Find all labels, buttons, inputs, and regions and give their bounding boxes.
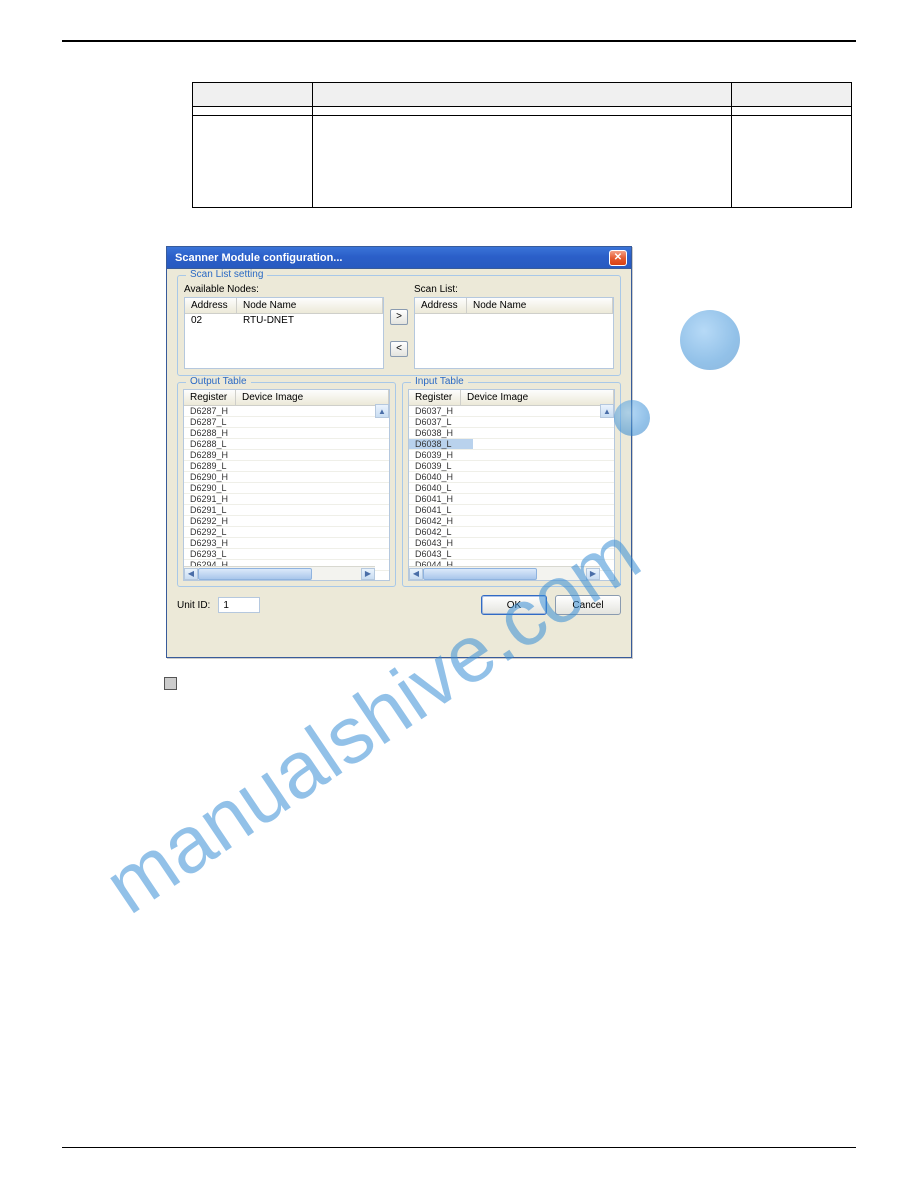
table-row[interactable]: D6287_H <box>184 406 389 417</box>
hscroll[interactable]: ◀ ▶ <box>184 566 375 580</box>
table-row[interactable]: D6288_L <box>184 439 389 450</box>
table-row[interactable]: D6040_L <box>409 483 614 494</box>
output-table[interactable]: Register Device Image ▲ D6287_HD6287_LD6… <box>183 389 390 581</box>
dg-header-device-image[interactable]: Device Image <box>461 390 614 405</box>
table-row[interactable]: D6289_H <box>184 450 389 461</box>
scroll-thumb[interactable] <box>423 568 537 580</box>
table-row[interactable]: D6292_L <box>184 527 389 538</box>
table-row[interactable]: D6039_H <box>409 450 614 461</box>
ok-button[interactable]: OK <box>481 595 547 615</box>
table-row[interactable]: D6038_H <box>409 428 614 439</box>
scan-list-label: Scan List: <box>414 284 614 295</box>
input-table-legend: Input Table <box>411 376 468 387</box>
close-button[interactable]: ✕ <box>609 250 627 266</box>
move-left-button[interactable]: < <box>390 341 408 357</box>
table-row[interactable]: D6291_H <box>184 494 389 505</box>
scroll-up-icon[interactable]: ▲ <box>600 404 614 418</box>
spec-th-1 <box>193 83 313 107</box>
table-row[interactable]: D6292_H <box>184 516 389 527</box>
table-row[interactable]: D6293_L <box>184 549 389 560</box>
spec-th-3 <box>732 83 852 107</box>
cell <box>193 116 313 208</box>
table-row[interactable]: D6291_L <box>184 505 389 516</box>
scroll-right-icon[interactable]: ▶ <box>361 568 375 580</box>
cell <box>312 116 731 208</box>
table-row[interactable]: D6042_H <box>409 516 614 527</box>
cell <box>312 107 731 116</box>
hscroll[interactable]: ◀ ▶ <box>409 566 600 580</box>
table-row[interactable]: D6041_L <box>409 505 614 516</box>
scroll-thumb[interactable] <box>198 568 312 580</box>
dg-header-device-image[interactable]: Device Image <box>236 390 389 405</box>
scroll-right-icon[interactable]: ▶ <box>586 568 600 580</box>
table-row[interactable]: D6040_H <box>409 472 614 483</box>
table-row[interactable]: D6037_H <box>409 406 614 417</box>
post-text <box>164 676 724 692</box>
unit-id-input[interactable] <box>218 597 260 613</box>
scan-list-group: Scan List setting Available Nodes: Addre… <box>177 275 621 376</box>
output-table-legend: Output Table <box>186 376 251 387</box>
page-top-rule <box>62 40 856 42</box>
scroll-left-icon[interactable]: ◀ <box>184 568 198 580</box>
table-row[interactable]: D6288_H <box>184 428 389 439</box>
available-nodes-label: Available Nodes: <box>184 284 384 295</box>
titlebar[interactable]: Scanner Module configuration... ✕ <box>167 247 631 269</box>
cancel-button[interactable]: Cancel <box>555 595 621 615</box>
dg-header-register[interactable]: Register <box>409 390 461 405</box>
table-row <box>193 107 852 116</box>
table-row[interactable]: D6039_L <box>409 461 614 472</box>
table-row[interactable]: D6042_L <box>409 527 614 538</box>
lv-header-nodename[interactable]: Node Name <box>237 298 383 313</box>
output-table-group: Output Table Register Device Image ▲ D62… <box>177 382 396 587</box>
table-row[interactable]: D6287_L <box>184 417 389 428</box>
table-row[interactable]: D6293_H <box>184 538 389 549</box>
table-row[interactable]: D6037_L <box>409 417 614 428</box>
lv-header-address[interactable]: Address <box>415 298 467 313</box>
scan-list-legend: Scan List setting <box>186 269 267 280</box>
table-row[interactable]: D6043_L <box>409 549 614 560</box>
scroll-left-icon[interactable]: ◀ <box>409 568 423 580</box>
input-table[interactable]: Register Device Image ▲ D6037_HD6037_LD6… <box>408 389 615 581</box>
table-row[interactable]: D6043_H <box>409 538 614 549</box>
lv-header-address[interactable]: Address <box>185 298 237 313</box>
table-row[interactable]: D6290_L <box>184 483 389 494</box>
table-row <box>193 116 852 208</box>
dg-header-register[interactable]: Register <box>184 390 236 405</box>
scan-list[interactable]: Address Node Name <box>414 297 614 369</box>
list-item[interactable]: 02RTU-DNET <box>185 314 383 327</box>
lv-header-nodename[interactable]: Node Name <box>467 298 613 313</box>
page-bottom-rule <box>62 1147 856 1148</box>
table-row[interactable]: D6289_L <box>184 461 389 472</box>
cell <box>732 107 852 116</box>
table-row[interactable]: D6041_H <box>409 494 614 505</box>
unit-id-label: Unit ID: <box>177 600 210 611</box>
move-right-square-icon <box>164 677 177 690</box>
input-table-group: Input Table Register Device Image ▲ D603… <box>402 382 621 587</box>
available-nodes-list[interactable]: Address Node Name 02RTU-DNET <box>184 297 384 369</box>
table-row[interactable]: D6290_H <box>184 472 389 483</box>
spec-th-2 <box>312 83 731 107</box>
cell <box>193 107 313 116</box>
move-right-button[interactable]: > <box>390 309 408 325</box>
spec-table <box>192 82 852 208</box>
dialog-title: Scanner Module configuration... <box>175 252 609 264</box>
cell <box>732 116 852 208</box>
scanner-config-dialog: Scanner Module configuration... ✕ Scan L… <box>166 246 632 658</box>
table-row[interactable]: D6038_L <box>409 439 614 450</box>
scroll-up-icon[interactable]: ▲ <box>375 404 389 418</box>
